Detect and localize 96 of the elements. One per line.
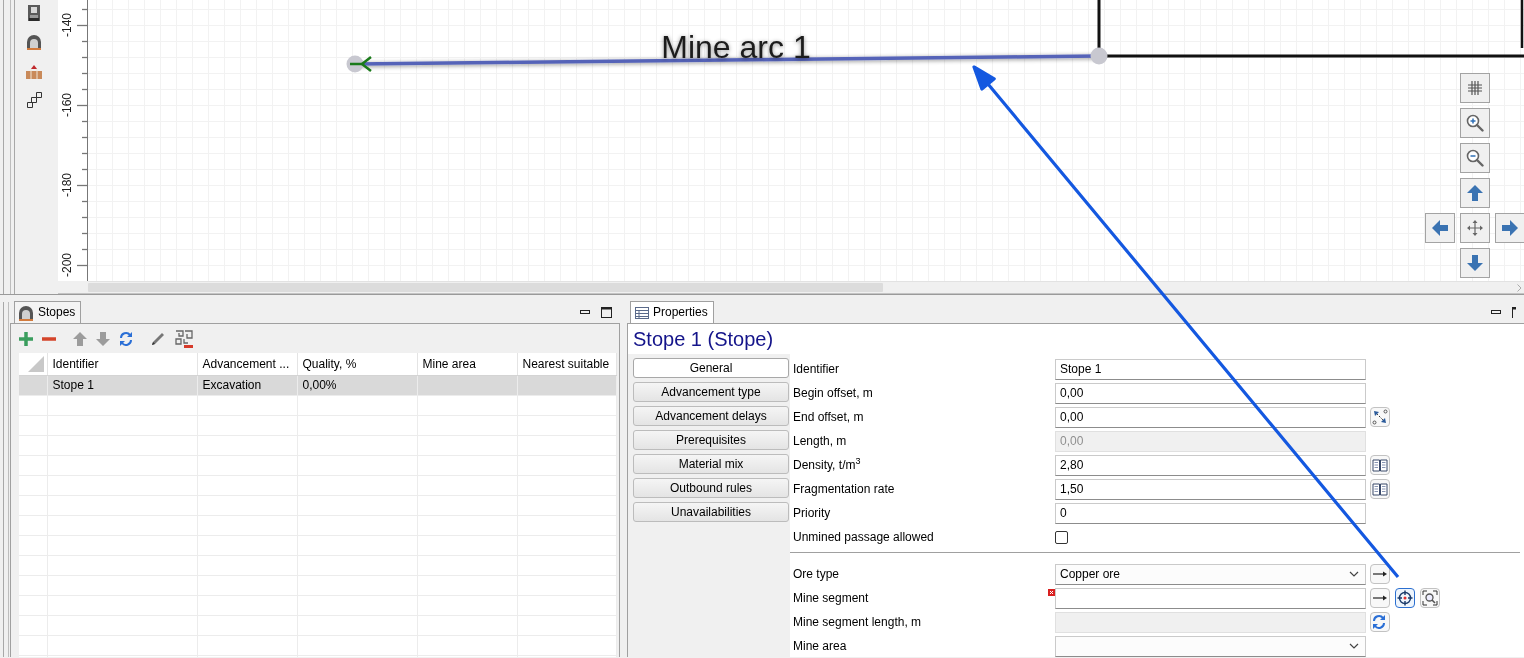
section-tab[interactable]: Outbound rules [633, 478, 789, 498]
table-row[interactable]: Stope 1 Excavation 0,00% [19, 375, 616, 395]
axis-label: -140 [60, 13, 74, 37]
panel-tab[interactable]: Stopes [14, 301, 82, 323]
input-field[interactable]: 0 [1055, 502, 1366, 524]
column-header[interactable]: Quality, % [297, 353, 417, 375]
section-tab[interactable]: Unavailabilities [633, 502, 789, 522]
pan-left-button[interactable] [1425, 213, 1455, 243]
input-field[interactable]: 0,00 [1055, 382, 1366, 404]
panel-title: Stope 1 (Stope) [632, 327, 775, 352]
pan-up-button[interactable] [1460, 178, 1490, 208]
minimize-icon[interactable] [580, 310, 590, 314]
zoom-in-button[interactable] [1460, 108, 1490, 138]
arch-icon[interactable] [25, 34, 42, 50]
lookup-button[interactable] [1370, 479, 1390, 499]
squares-icon[interactable] [25, 92, 42, 108]
chevron-down-icon [1349, 643, 1359, 649]
crosshair-icon [1397, 590, 1413, 606]
measure-button[interactable] [1370, 407, 1390, 427]
section-tab[interactable]: Material mix [633, 454, 789, 474]
panel-tab[interactable]: Properties [630, 301, 714, 323]
section-tab[interactable]: General [633, 358, 789, 378]
move-icon [1467, 220, 1483, 236]
axis-label: -180 [60, 173, 74, 197]
pan-right-button[interactable] [1495, 213, 1524, 243]
column-header[interactable]: Identifier [47, 353, 197, 375]
table-icon [635, 306, 649, 319]
arrow-down-icon [1466, 254, 1484, 272]
arc-node [1090, 47, 1108, 65]
zoom-fit-icon [1422, 590, 1438, 606]
field-label: Mine area [792, 638, 848, 654]
field-label: Unmined passage allowed [792, 529, 935, 545]
add-icon[interactable] [19, 331, 33, 346]
pencil-icon[interactable] [150, 330, 166, 347]
book-icon [1372, 481, 1388, 497]
pan-button[interactable] [1460, 213, 1490, 243]
lookup-button[interactable] [1370, 455, 1390, 475]
field-label: Length, m [792, 433, 848, 449]
arrow-down-icon[interactable] [96, 330, 110, 347]
field-label: Mine segment length, m [792, 614, 923, 630]
arrow-left-icon [1431, 219, 1449, 237]
input-field[interactable]: Stope 1 [1055, 358, 1366, 380]
refresh-icon[interactable] [119, 330, 133, 347]
maximize-icon[interactable] [601, 306, 612, 318]
grid-icon [1467, 80, 1483, 96]
tab-label: Properties [653, 305, 708, 320]
refresh-icon [1372, 614, 1388, 630]
arc-label: Mine arc 1 [661, 29, 811, 65]
zoom-fit-button[interactable] [1420, 588, 1440, 608]
axis-label: -160 [60, 93, 74, 117]
column-header[interactable]: Mine area [417, 353, 517, 375]
minimize-icon[interactable] [1491, 310, 1501, 314]
field-label: Mine segment [792, 590, 870, 606]
checkbox[interactable] [1055, 530, 1068, 544]
grid-pattern-icon[interactable] [175, 329, 193, 348]
section-tab[interactable]: Prerequisites [633, 430, 789, 450]
input-field[interactable]: 1,50 [1055, 478, 1366, 500]
field-label: Begin offset, m [792, 385, 874, 401]
go-to-button[interactable] [1370, 588, 1390, 608]
field-label: Priority [792, 505, 832, 521]
arrow-up-icon [1466, 184, 1484, 202]
zoom-out-icon [1466, 149, 1484, 167]
scrollbar-thumb[interactable] [88, 283, 883, 292]
field-label: Identifier [792, 361, 841, 377]
maximize-icon[interactable] [1512, 306, 1516, 318]
arrow-right-icon [1501, 219, 1519, 237]
input-field[interactable]: 2,80 [1055, 454, 1366, 476]
field-label: Ore type [792, 566, 841, 582]
grid-toggle-button[interactable] [1460, 73, 1490, 103]
section-tab[interactable]: Advancement type [633, 382, 789, 402]
field-label: End offset, m [792, 409, 865, 425]
tab-label: Stopes [38, 305, 76, 320]
input-field[interactable] [1055, 587, 1366, 609]
arc-node [346, 55, 364, 73]
machine-icon[interactable] [25, 5, 42, 21]
zoom-out-button[interactable] [1460, 143, 1490, 173]
locate-button[interactable] [1395, 588, 1415, 608]
field-label: Fragmentation rate [792, 481, 896, 497]
field-label: Density, t/m$^{3}$ [792, 457, 862, 473]
zoom-in-icon [1466, 114, 1484, 132]
dropdown-field[interactable] [1055, 635, 1366, 657]
input-field[interactable]: 0,00 [1055, 406, 1366, 428]
dropdown-field[interactable]: Copper ore [1055, 563, 1366, 585]
chevron-down-icon [1349, 571, 1359, 577]
pan-down-button[interactable] [1460, 248, 1490, 278]
soil-block-icon[interactable] [25, 63, 42, 79]
axis-label: -200 [60, 253, 74, 277]
column-header[interactable]: Advancement ... [197, 353, 297, 375]
horizontal-scrollbar[interactable] [88, 281, 1524, 293]
book-icon [1372, 457, 1388, 473]
section-tab[interactable]: Advancement delays [633, 406, 789, 426]
arch-icon [18, 304, 34, 321]
arrow-up-icon[interactable] [73, 330, 87, 347]
diagonal-arrows-icon [1372, 409, 1388, 425]
column-header[interactable]: Nearest suitable [517, 353, 616, 375]
go-to-button[interactable] [1370, 564, 1390, 584]
